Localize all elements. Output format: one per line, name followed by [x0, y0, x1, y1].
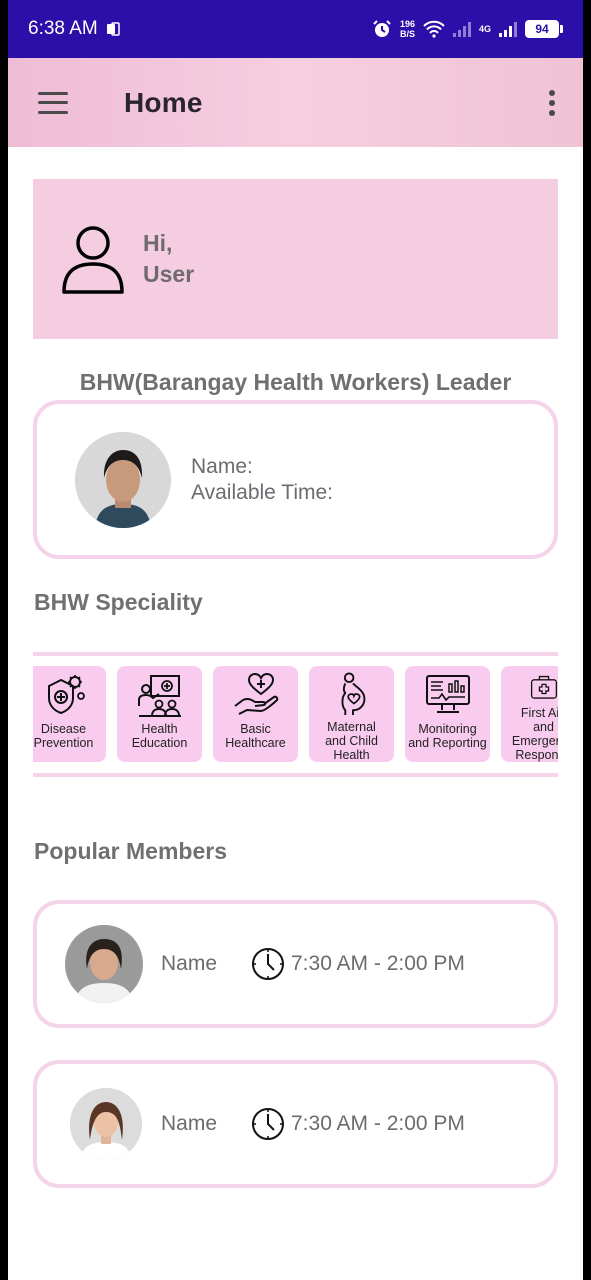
monitor-chart-icon	[425, 675, 470, 713]
status-bar: 6:38 AM 196 B/S 4G 94	[8, 0, 583, 58]
speciality-health-education[interactable]: Health Education	[117, 666, 202, 762]
speciality-disease-prevention[interactable]: Disease Prevention	[33, 666, 106, 762]
battery-icon: 94	[525, 20, 563, 38]
speciality-monitoring-reporting[interactable]: Monitoring and Reporting	[405, 666, 490, 762]
hamburger-menu-icon[interactable]	[38, 91, 68, 114]
wifi-icon	[423, 20, 445, 38]
app-bar: Home	[8, 58, 583, 147]
speciality-label: First Aid and Emergency Response	[511, 706, 558, 762]
net-speed: 196 B/S	[399, 19, 415, 39]
member-name: Name	[161, 1112, 218, 1135]
status-time: 6:38 AM	[28, 18, 98, 39]
home-screen: Home Hi, User BHW(Barangay Health Worker…	[8, 58, 583, 1280]
speciality-maternal-child-health[interactable]: Maternal and Child Health	[309, 666, 394, 762]
member-card[interactable]: Name 7:30 AM - 2:00 PM	[33, 1060, 558, 1188]
speciality-first-aid[interactable]: First Aid and Emergency Response	[501, 666, 558, 762]
speciality-carousel[interactable]: Disease Prevention Health Education Basi…	[33, 652, 558, 777]
member-card[interactable]: Name 7:30 AM - 2:00 PM	[33, 900, 558, 1028]
leader-time-label: Available Time:	[191, 480, 334, 504]
member-available-time: 7:30 AM - 2:00 PM	[291, 952, 465, 975]
network-type: 4G	[478, 24, 491, 34]
speciality-label: Health Education	[131, 722, 188, 750]
clock-icon	[252, 948, 284, 980]
member-avatar	[65, 925, 143, 1003]
speciality-label: Basic Healthcare	[225, 722, 286, 750]
speciality-label: Monitoring and Reporting	[408, 722, 487, 750]
speciality-basic-healthcare[interactable]: Basic Healthcare	[213, 666, 298, 762]
heart-hand-icon	[233, 672, 278, 715]
leader-heading: BHW(Barangay Health Workers) Leader	[79, 369, 512, 395]
notification-app-icon	[106, 22, 120, 36]
greeting-line-1: Hi,	[143, 230, 173, 256]
popular-members-heading: Popular Members	[34, 838, 227, 864]
presentation-icon	[137, 675, 181, 717]
leader-card[interactable]: Name: Available Time:	[33, 400, 558, 559]
member-name: Name	[161, 952, 218, 975]
signal-weak-icon	[452, 22, 471, 37]
more-options-icon[interactable]	[541, 86, 563, 120]
user-icon	[62, 226, 124, 294]
speciality-label: Disease Prevention	[33, 722, 94, 750]
leader-name-label: Name:	[191, 454, 253, 478]
pregnant-icon	[340, 672, 365, 716]
member-avatar	[70, 1088, 142, 1160]
leader-avatar	[75, 431, 171, 528]
signal-icon	[499, 22, 517, 37]
speciality-heading: BHW Speciality	[34, 589, 203, 615]
greeting-user-name: User	[143, 261, 195, 287]
first-aid-kit-icon	[530, 675, 557, 699]
alarm-icon	[373, 20, 391, 37]
clock-icon	[252, 1108, 284, 1140]
page-title: Home	[124, 86, 203, 118]
virus-shield-icon	[47, 675, 85, 715]
speciality-label: Maternal and Child Health	[325, 720, 378, 762]
greeting-banner: Hi, User	[33, 179, 558, 339]
member-available-time: 7:30 AM - 2:00 PM	[291, 1112, 465, 1135]
